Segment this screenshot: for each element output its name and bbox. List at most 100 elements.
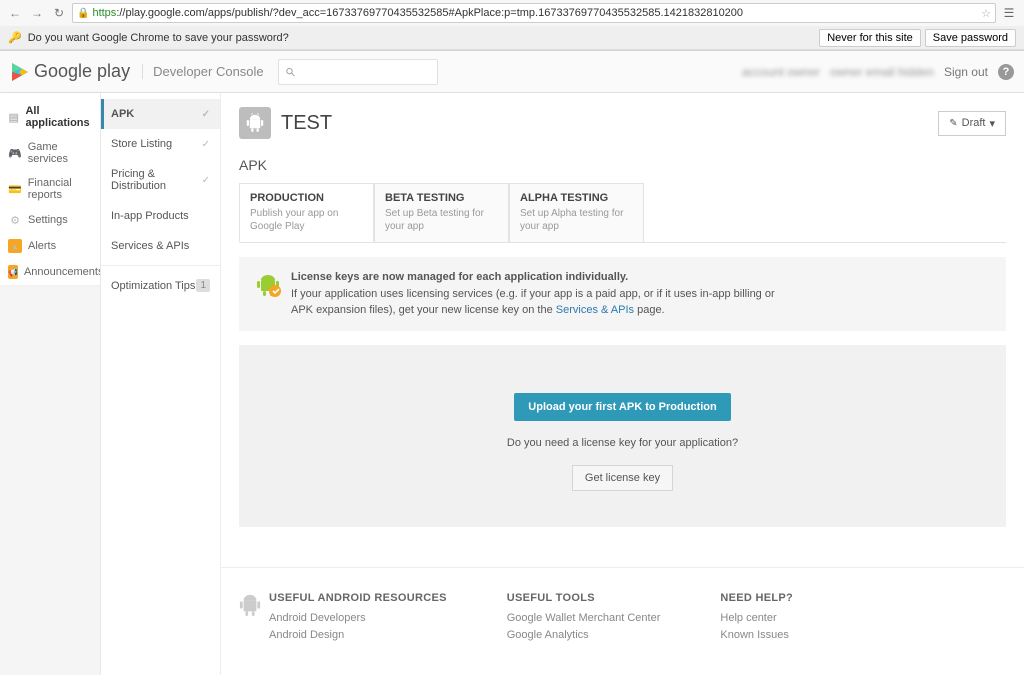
nav-financial-reports-label: Financial reports [28,177,92,201]
tab-beta[interactable]: BETA TESTING Set up Beta testing for you… [374,183,509,242]
check-icon [202,139,210,150]
developer-console-label: Developer Console [142,64,264,79]
footer-link-help-center[interactable]: Help center [720,612,793,624]
alert-icon: ▲ [8,239,22,253]
subnav-services-apis[interactable]: Services & APIs [101,231,220,261]
subnav-optimization-tips[interactable]: Optimization Tips 1 [101,270,220,301]
page-header: TEST ✎ Draft ▾ [221,93,1024,153]
tab-production[interactable]: PRODUCTION Publish your app on Google Pl… [239,183,374,242]
notice-line2b: page. [634,304,665,316]
subnav-pricing[interactable]: Pricing & Distribution [101,159,220,201]
reload-button[interactable]: ↻ [50,4,68,22]
never-for-site-button[interactable]: Never for this site [819,29,921,47]
search-box [278,59,438,85]
google-play-logo[interactable]: Google play [10,61,130,82]
check-icon [202,175,210,186]
nav-announcements[interactable]: 📢 Announcements [0,259,100,285]
footer: USEFUL ANDROID RESOURCES Android Develop… [221,567,1024,675]
save-password-button[interactable]: Save password [925,29,1016,47]
license-notice: License keys are now managed for each ap… [239,257,1006,331]
nav-all-applications[interactable]: ▤ All applications [0,99,100,135]
save-password-prompt: Do you want Google Chrome to save your p… [28,32,289,44]
sign-out-link[interactable]: Sign out [944,65,988,79]
nav-game-services[interactable]: 🎮 Game services [0,135,100,171]
key-icon: 🔑 [8,31,22,44]
notice-bold: License keys are now managed for each ap… [291,271,628,283]
subnav-apk-label: APK [111,108,134,120]
nav-alerts[interactable]: ▲ Alerts [0,233,100,259]
footer-link-known-issues[interactable]: Known Issues [720,629,793,641]
android-key-icon [253,269,281,297]
url-rest: ://play.google.com/apps/publish/?dev_acc… [116,7,743,19]
subnav-optimization-label: Optimization Tips [111,280,195,292]
tab-alpha[interactable]: ALPHA TESTING Set up Alpha testing for y… [509,183,644,242]
search-input[interactable] [299,66,430,78]
nav-financial-reports[interactable]: 💳 Financial reports [0,171,100,207]
subnav-services-label: Services & APIs [111,240,189,252]
reports-icon: 💳 [8,182,22,196]
url-bar[interactable]: 🔒 https://play.google.com/apps/publish/?… [72,3,996,23]
draft-label: Draft [962,117,986,129]
footer-link-android-dev[interactable]: Android Developers [269,612,447,624]
tab-production-title: PRODUCTION [250,192,363,204]
subnav-separator [101,265,220,266]
help-icon[interactable]: ? [998,64,1014,80]
footer-link-android-design[interactable]: Android Design [269,629,447,641]
content: TEST ✎ Draft ▾ APK PRODUCTION Publish yo… [221,93,1024,675]
gamepad-icon: 🎮 [8,146,22,160]
upload-area: Upload your first APK to Production Do y… [239,345,1006,527]
app-icon [239,107,271,139]
android-icon [246,113,264,133]
subnav-store-listing[interactable]: Store Listing [101,129,220,159]
browser-chrome: ← → ↻ 🔒 https://play.google.com/apps/pub… [0,0,1024,51]
app-title: TEST [281,112,332,135]
nav-settings[interactable]: ⚙ Settings [0,207,100,233]
account-email: owner email hidden [830,65,934,79]
section-title: APK [221,153,1024,183]
main-wrap: APK Store Listing Pricing & Distribution… [100,93,1024,675]
forward-button[interactable]: → [28,4,46,22]
play-triangle-icon [10,62,30,82]
notice-text: License keys are now managed for each ap… [291,269,775,319]
footer-h-help: NEED HELP? [720,592,793,604]
footer-h-android: USEFUL ANDROID RESOURCES [269,592,447,604]
chrome-toolbar: ← → ↻ 🔒 https://play.google.com/apps/pub… [0,0,1024,26]
tab-alpha-title: ALPHA TESTING [520,192,633,204]
search-icon [285,66,296,78]
url-scheme: https [92,7,116,19]
upload-apk-button[interactable]: Upload your first APK to Production [514,393,730,421]
gear-icon: ⚙ [8,213,22,227]
panel: License keys are now managed for each ap… [239,242,1006,541]
nav-all-applications-label: All applications [25,105,92,129]
subnav-pricing-label: Pricing & Distribution [111,168,202,192]
draft-button[interactable]: ✎ Draft ▾ [938,111,1006,136]
tab-beta-desc: Set up Beta testing for your app [385,207,498,233]
account-name: account owner [742,65,820,79]
get-license-key-button[interactable]: Get license key [572,465,673,491]
optimization-count-badge: 1 [196,279,210,292]
subnav-store-listing-label: Store Listing [111,138,172,150]
footer-link-analytics[interactable]: Google Analytics [507,629,661,641]
tab-alpha-desc: Set up Alpha testing for your app [520,207,633,233]
chevron-down-icon: ▾ [989,117,995,130]
back-button[interactable]: ← [6,4,24,22]
footer-col-android: USEFUL ANDROID RESOURCES Android Develop… [239,592,447,651]
footer-col-tools: USEFUL TOOLS Google Wallet Merchant Cent… [507,592,661,651]
android-robot-icon [239,592,261,621]
subnav-apk[interactable]: APK [101,99,220,129]
footer-link-wallet[interactable]: Google Wallet Merchant Center [507,612,661,624]
footer-col-help: NEED HELP? Help center Known Issues [720,592,793,651]
bookmark-star-icon[interactable]: ☆ [981,7,991,20]
subnav-in-app-products[interactable]: In-app Products [101,201,220,231]
chrome-menu-icon[interactable]: ☰ [1000,4,1018,22]
grid-icon: ▤ [8,110,19,124]
tab-beta-title: BETA TESTING [385,192,498,204]
services-apis-link[interactable]: Services & APIs [556,304,634,316]
tab-production-desc: Publish your app on Google Play [250,207,363,233]
nav-announcements-label: Announcements [24,266,104,278]
save-password-bar: 🔑 Do you want Google Chrome to save your… [0,26,1024,50]
apk-tabs: PRODUCTION Publish your app on Google Pl… [221,183,1024,242]
sub-nav: APK Store Listing Pricing & Distribution… [101,93,221,675]
app-body: ▤ All applications 🎮 Game services 💳 Fin… [0,93,1024,675]
notice-line1: If your application uses licensing servi… [291,288,775,300]
